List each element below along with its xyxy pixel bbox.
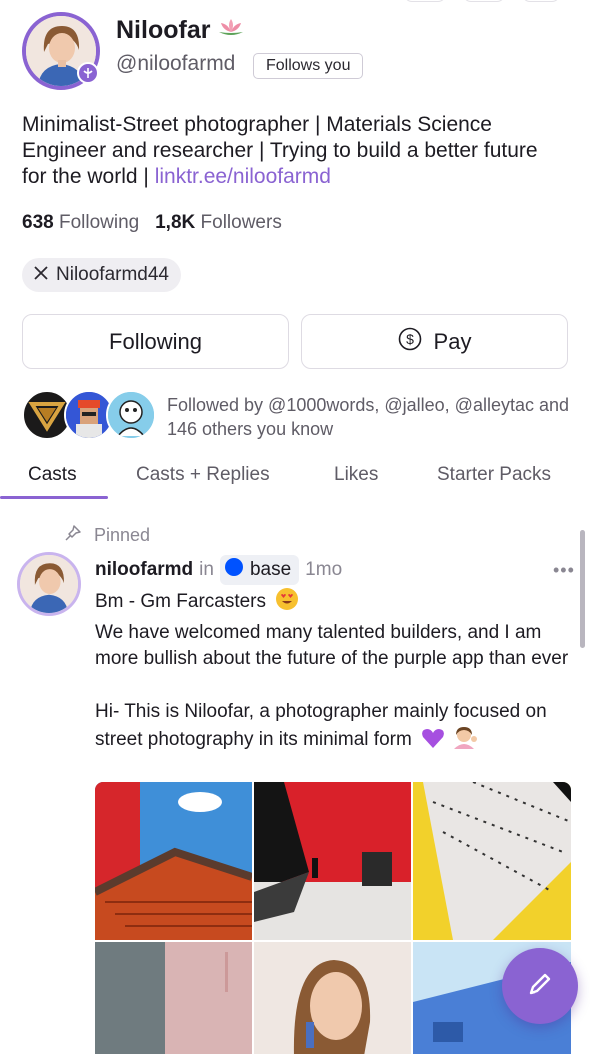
cast-author[interactable]: niloofarmd [95, 559, 193, 581]
cast-time: 1mo [305, 559, 343, 580]
follow-stats: 638 Following 1,8K Followers [22, 212, 282, 234]
compose-cast-button[interactable] [502, 948, 578, 1024]
pay-button[interactable]: $ Pay [301, 314, 568, 369]
followed-by-text[interactable]: Followed by @1000words, @jalleo, @alleyt… [167, 393, 577, 441]
pencil-icon [526, 970, 554, 1003]
profile-bio: Minimalist-Street photographer | Materia… [22, 112, 562, 190]
tab-casts[interactable]: Casts [28, 464, 77, 486]
top-action-button-3[interactable] [522, 0, 560, 2]
photo-stairs[interactable] [95, 782, 252, 940]
display-name: Niloofar [116, 16, 246, 45]
tab-casts-replies[interactable]: Casts + Replies [136, 464, 270, 486]
following-button[interactable]: Following [22, 314, 289, 369]
tab-starter-packs[interactable]: Starter Packs [437, 464, 551, 486]
cast-body: Bm - Gm Farcasters We have welcomed many… [95, 587, 570, 758]
heart-eyes-emoji-icon [275, 587, 299, 620]
power-badge-icon [77, 62, 99, 84]
base-channel-icon [224, 557, 244, 583]
cast-line-3: Hi- This is Niloofar, a photographer mai… [95, 700, 547, 751]
woman-tipping-hand-emoji-icon [452, 725, 478, 758]
in-label: in [199, 559, 214, 580]
cast-author-avatar[interactable] [17, 552, 81, 616]
svg-text:$: $ [406, 331, 414, 347]
scrollbar[interactable] [580, 530, 585, 648]
active-tab-indicator [0, 496, 108, 499]
followed-by-avatars[interactable] [22, 390, 172, 442]
tab-likes[interactable]: Likes [334, 464, 378, 486]
channel-chip[interactable]: base [219, 555, 300, 585]
top-action-button-1[interactable] [404, 0, 446, 2]
lotus-icon [216, 16, 246, 45]
top-action-button-2[interactable] [463, 0, 505, 2]
profile-handle: @niloofarmd [116, 52, 236, 75]
followers-stat[interactable]: 1,8K Followers [155, 212, 282, 233]
x-logo-icon [34, 264, 48, 286]
pin-icon [64, 524, 82, 547]
following-stat[interactable]: 638 Following [22, 212, 139, 233]
profile-tabs: Casts Casts + Replies Likes Starter Pack… [0, 456, 590, 500]
follower-avatar-alleytac [106, 390, 156, 440]
purple-heart-emoji-icon [421, 727, 445, 758]
more-options-icon[interactable]: ••• [553, 560, 575, 581]
x-account-chip[interactable]: Niloofarmd44 [22, 258, 181, 292]
cast-header: niloofarmd in base 1mo [95, 555, 342, 585]
photo-red-wall[interactable] [254, 782, 411, 940]
dollar-circle-icon: $ [398, 327, 422, 357]
bio-link[interactable]: linktr.ee/niloofarmd [155, 165, 331, 188]
photo-grey-wall[interactable] [95, 942, 252, 1054]
photo-yellow-court[interactable] [413, 782, 571, 940]
pinned-indicator: Pinned [64, 524, 150, 547]
cast-image-grid[interactable] [95, 782, 571, 1054]
photo-portrait[interactable] [254, 942, 411, 1054]
cast-line-2: We have welcomed many talented builders,… [95, 621, 569, 670]
cast-line-1: Bm - Gm Farcasters [95, 591, 267, 612]
follows-you-badge: Follows you [253, 53, 364, 79]
